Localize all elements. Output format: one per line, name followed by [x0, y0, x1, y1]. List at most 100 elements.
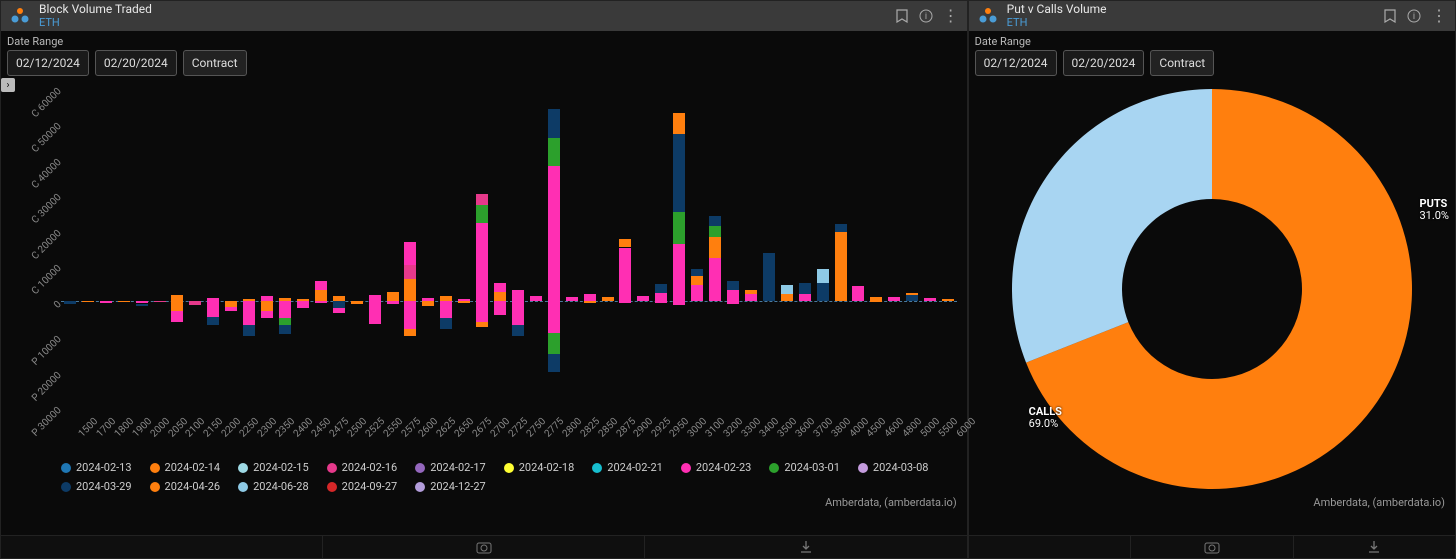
- x-tick: 2500: [345, 416, 369, 440]
- bar-column: [476, 88, 488, 407]
- bar-column: [942, 88, 954, 407]
- camera-icon[interactable]: [1130, 536, 1292, 558]
- bar-column: [655, 88, 667, 407]
- bar-column: [799, 88, 811, 407]
- download-icon[interactable]: [644, 536, 966, 558]
- legend-item[interactable]: 2024-02-23: [681, 461, 752, 474]
- download-icon[interactable]: [1293, 536, 1455, 558]
- date-range-label: Date Range: [7, 35, 961, 48]
- donut-chart: PUTS31.0% CALLS69.0%: [969, 88, 1455, 490]
- x-tick: 2525: [363, 416, 387, 440]
- info-icon[interactable]: i: [919, 9, 933, 23]
- bar-column: [100, 88, 112, 407]
- legend-item[interactable]: 2024-02-21: [592, 461, 663, 474]
- bar-column: [315, 88, 327, 407]
- chart-legend: 2024-02-13 2024-02-14 2024-02-15 2024-02-16…: [61, 461, 957, 493]
- bar-column: [781, 88, 793, 407]
- bar-column: [763, 88, 775, 407]
- bar-column: [852, 88, 864, 407]
- date-start-input[interactable]: 02/12/2024: [7, 50, 89, 76]
- bar-column: [888, 88, 900, 407]
- svg-text:i: i: [1413, 12, 1415, 22]
- bar-column: [225, 88, 237, 407]
- bar-column: [64, 88, 76, 407]
- x-tick: 3600: [793, 416, 817, 440]
- legend-item[interactable]: 2024-12-27: [415, 480, 486, 493]
- camera-icon[interactable]: [322, 536, 644, 558]
- bar-column: [906, 88, 918, 407]
- bar-column: [387, 88, 399, 407]
- date-end-input[interactable]: 02/20/2024: [1063, 50, 1145, 76]
- bar-column: [566, 88, 578, 407]
- x-tick: 2825: [578, 416, 602, 440]
- legend-item[interactable]: 2024-02-13: [61, 461, 132, 474]
- svg-text:i: i: [925, 12, 927, 22]
- controls-row: Date Range 02/12/2024 02/20/2024 Contrac…: [1, 31, 967, 78]
- legend-item[interactable]: 2024-03-01: [769, 461, 840, 474]
- date-end-input[interactable]: 02/20/2024: [95, 50, 177, 76]
- bar-column: [440, 88, 452, 407]
- bar-column: [602, 88, 614, 407]
- bar-column: [673, 88, 685, 407]
- bookmark-icon[interactable]: [1383, 9, 1397, 23]
- legend-item[interactable]: 2024-09-27: [327, 480, 398, 493]
- bar-column: [82, 88, 94, 407]
- date-range-label: Date Range: [975, 35, 1449, 48]
- donut-slice[interactable]: [1012, 89, 1212, 363]
- bar-column: [709, 88, 721, 407]
- x-tick: 2850: [596, 416, 620, 440]
- legend-item[interactable]: 2024-02-14: [150, 461, 221, 474]
- legend-item[interactable]: 2024-02-15: [238, 461, 309, 474]
- legend-item[interactable]: 2024-04-26: [150, 480, 221, 493]
- info-icon[interactable]: i: [1407, 9, 1421, 23]
- menu-icon[interactable]: ⋮: [1431, 8, 1447, 24]
- x-tick: 2475: [327, 416, 351, 440]
- legend-item[interactable]: 2024-06-28: [238, 480, 309, 493]
- bar-column: [261, 88, 273, 407]
- x-tick: 3800: [829, 416, 853, 440]
- x-tick: 1700: [94, 416, 118, 440]
- panel-footer: [1, 535, 967, 558]
- legend-item[interactable]: 2024-02-17: [415, 461, 486, 474]
- bar-column: [619, 88, 631, 407]
- bar-column: [369, 88, 381, 407]
- bar-column: [404, 88, 416, 407]
- contract-button[interactable]: Contract: [1150, 50, 1214, 76]
- date-start-input[interactable]: 02/12/2024: [975, 50, 1057, 76]
- contract-button[interactable]: Contract: [183, 50, 247, 76]
- panel-header: Block Volume Traded ETH i ⋮: [1, 1, 967, 31]
- x-tick: 1900: [130, 416, 154, 440]
- bar-column: [548, 88, 560, 407]
- bar-column: [207, 88, 219, 407]
- menu-icon[interactable]: ⋮: [943, 8, 959, 24]
- legend-item[interactable]: 2024-02-16: [327, 461, 398, 474]
- x-tick: 2800: [560, 416, 584, 440]
- x-tick: 2450: [309, 416, 333, 440]
- x-tick: 3700: [811, 416, 835, 440]
- panel-subtitle: ETH: [1007, 17, 1107, 29]
- bar-column: [512, 88, 524, 407]
- bar-column: [118, 88, 130, 407]
- x-tick: 1500: [77, 416, 101, 440]
- panel-title: Put v Calls Volume: [1007, 3, 1107, 16]
- bar-column: [297, 88, 309, 407]
- expand-icon[interactable]: ›: [1, 78, 15, 92]
- bar-column: [691, 88, 703, 407]
- legend-item[interactable]: 2024-02-18: [504, 461, 575, 474]
- bar-column: [154, 88, 166, 407]
- x-tick: 1800: [112, 416, 136, 440]
- legend-item[interactable]: 2024-03-08: [858, 461, 929, 474]
- attribution-text: Amberdata, (amberdata.io): [1313, 496, 1445, 509]
- controls-row: Date Range 02/12/2024 02/20/2024 Contrac…: [969, 31, 1455, 78]
- bar-column: [136, 88, 148, 407]
- bar-column: [458, 88, 470, 407]
- bar-column: [351, 88, 363, 407]
- x-tick: 3500: [775, 416, 799, 440]
- bookmark-icon[interactable]: [895, 9, 909, 23]
- bar-column: [189, 88, 201, 407]
- legend-item[interactable]: 2024-03-29: [61, 480, 132, 493]
- bar-column: [279, 88, 291, 407]
- bar-column: [243, 88, 255, 407]
- put-call-panel: Put v Calls Volume ETH i ⋮ Date Range 02…: [968, 0, 1456, 559]
- bar-column: [817, 88, 829, 407]
